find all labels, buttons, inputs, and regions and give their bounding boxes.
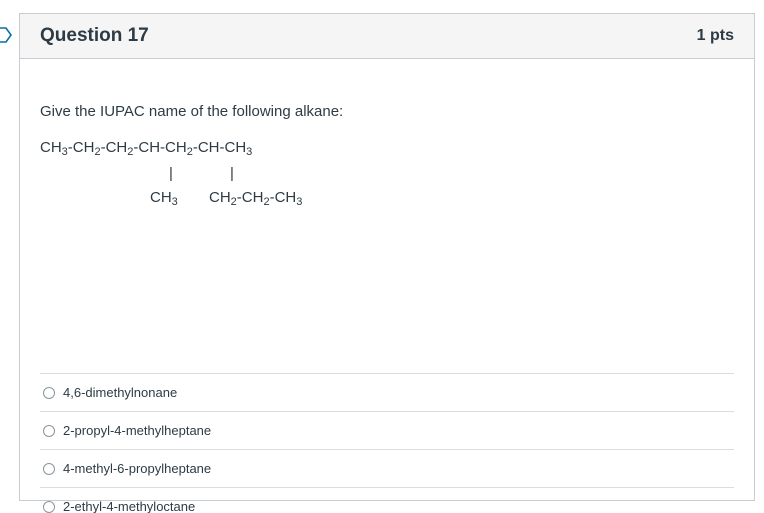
question-points: 1 pts <box>696 27 734 44</box>
quiz-page: Question 17 1 pts Give the IUPAC name of… <box>0 0 764 513</box>
radio-button[interactable] <box>43 462 55 475</box>
formula-bond-left: | <box>169 165 173 182</box>
question-prompt: Give the IUPAC name of the following alk… <box>40 103 344 120</box>
answer-label[interactable]: 4-methyl-6-propylheptane <box>63 461 211 476</box>
formula-main-chain: CH3-CH2-CH2-CH-CH2-CH-CH3 <box>40 139 253 158</box>
answer-option[interactable]: 4,6-dimethylnonane <box>40 373 734 411</box>
formula-branch-propyl: CH2-CH2-CH3 <box>209 189 303 208</box>
radio-button[interactable] <box>43 386 55 399</box>
radio-button[interactable] <box>43 424 55 437</box>
answer-label[interactable]: 4,6-dimethylnonane <box>63 385 177 400</box>
answer-list: 4,6-dimethylnonane 2-propyl-4-methylhept… <box>40 373 734 513</box>
question-header: Question 17 1 pts <box>20 14 754 59</box>
answer-option[interactable]: 2-ethyl-4-methyloctane <box>40 487 734 513</box>
radio-button[interactable] <box>43 500 55 513</box>
question-card: Question 17 1 pts Give the IUPAC name of… <box>19 13 755 513</box>
answer-label[interactable]: 2-propyl-4-methylheptane <box>63 423 211 438</box>
formula-bond-right: | <box>230 165 234 182</box>
formula-branch-methyl: CH3 <box>150 189 178 208</box>
answer-label[interactable]: 2-ethyl-4-methyloctane <box>63 499 195 513</box>
answer-option[interactable]: 4-methyl-6-propylheptane <box>40 449 734 487</box>
question-flag-icon[interactable] <box>0 26 12 44</box>
answer-option[interactable]: 2-propyl-4-methylheptane <box>40 411 734 449</box>
question-title: Question 17 <box>40 25 149 46</box>
